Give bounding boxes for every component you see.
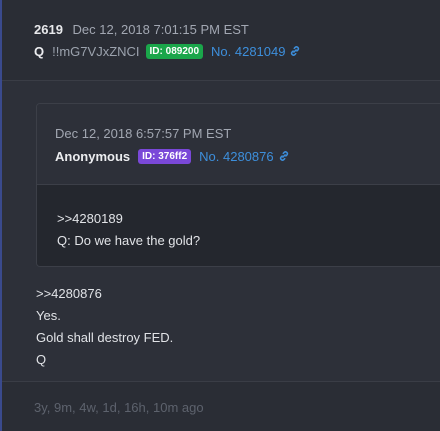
post-body-line: Gold shall destroy FED. (36, 330, 174, 345)
quoted-post-body-line[interactable]: >>4280189 (57, 211, 123, 226)
quoted-post-id-badge[interactable]: ID: 376ff2 (138, 149, 192, 164)
post-card: 2619 Dec 12, 2018 7:01:15 PM EST Q !!mG7… (0, 0, 440, 431)
quoted-post-author-line: Anonymous ID: 376ff2 No. 4280876 (55, 149, 290, 164)
post-number: 2619 (34, 22, 63, 37)
post-body-line: Yes. (36, 308, 61, 323)
quoted-post-date: Dec 12, 2018 6:57:57 PM EST (55, 126, 232, 141)
post-body-line: Q (36, 352, 47, 367)
link-icon[interactable] (278, 150, 290, 162)
post-body-line[interactable]: >>4280876 (36, 286, 102, 301)
link-icon[interactable] (289, 45, 301, 57)
post-author-line: Q !!mG7VJxZNCI ID: 089200 No. 4281049 (34, 44, 301, 59)
post-tripcode: !!mG7VJxZNCI (52, 44, 140, 59)
quoted-post-body-line: Q: Do we have the gold? (57, 233, 201, 248)
quoted-post: Dec 12, 2018 6:57:57 PM EST Anonymous ID… (36, 103, 440, 267)
quoted-post-body: >>4280189 Q: Do we have the gold? (37, 185, 440, 266)
post-header: 2619 Dec 12, 2018 7:01:15 PM EST (34, 22, 249, 37)
post-header-area: 2619 Dec 12, 2018 7:01:15 PM EST Q !!mG7… (2, 0, 440, 81)
quoted-post-author: Anonymous (55, 149, 131, 164)
page: 2619 Dec 12, 2018 7:01:15 PM EST Q !!mG7… (0, 0, 440, 431)
quoted-post-number-link-label[interactable]: No. 4280876 (199, 149, 273, 164)
post-author: Q (34, 44, 45, 59)
post-footer: 3y, 9m, 4w, 1d, 16h, 10m ago (2, 381, 440, 431)
post-number-link-label[interactable]: No. 4281049 (211, 44, 285, 59)
quoted-post-number-link[interactable]: No. 4280876 (199, 149, 289, 164)
relative-time: 3y, 9m, 4w, 1d, 16h, 10m ago (34, 400, 204, 415)
post-number-link[interactable]: No. 4281049 (211, 44, 301, 59)
post-date: Dec 12, 2018 7:01:15 PM EST (72, 22, 249, 37)
post-id-badge[interactable]: ID: 089200 (145, 44, 204, 59)
quoted-post-header: Dec 12, 2018 6:57:57 PM EST Anonymous ID… (37, 104, 440, 185)
